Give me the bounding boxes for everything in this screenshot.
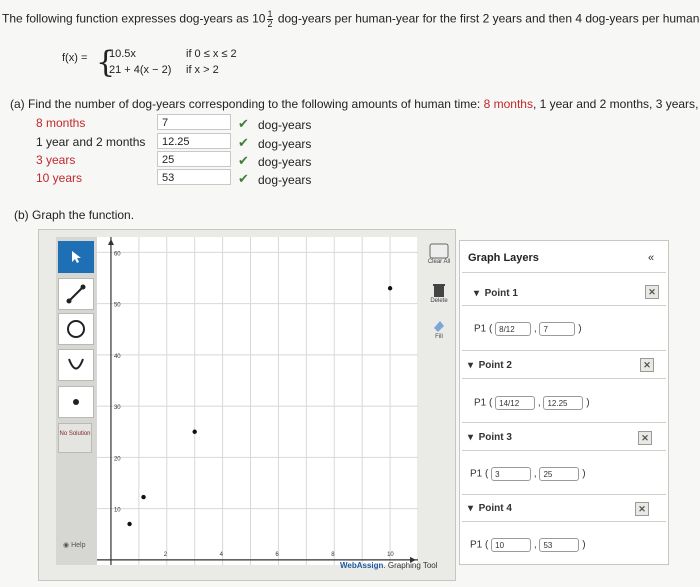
y-tick-label: 10 xyxy=(114,508,121,514)
case1-cond: if 0 ≤ x ≤ 2 xyxy=(186,48,237,60)
divider xyxy=(462,378,666,379)
delete-layer-icon[interactable]: ✕ xyxy=(638,431,652,445)
y-input[interactable]: 25 xyxy=(539,467,580,481)
clear-all-icon xyxy=(429,243,449,259)
brand: WebAssign. Graphing Tool xyxy=(340,561,438,570)
y-tick-label: 60 xyxy=(114,251,121,257)
row-label: 3 years xyxy=(36,153,76,167)
y-input[interactable]: 12.25 xyxy=(543,396,584,410)
point-coords: P1 ( 10 , 53 ) xyxy=(470,538,586,552)
divider xyxy=(462,350,666,351)
unit-label: dog-years xyxy=(258,173,312,187)
intro-text: The following function expresses dog-yea… xyxy=(2,9,700,29)
panel-title: Graph Layers xyxy=(468,252,539,264)
point-coords: P1 ( 3 , 25 ) xyxy=(470,467,586,481)
layer-header-point-4[interactable]: ▾ Point 4 xyxy=(468,503,512,514)
point-coords: P1 ( 14/12 , 12.25 ) xyxy=(474,396,590,410)
help-link[interactable]: ◉ Help xyxy=(63,541,85,549)
x-input[interactable]: 10 xyxy=(491,538,532,552)
y-tick-label: 20 xyxy=(114,456,121,462)
divider xyxy=(462,305,666,306)
caret-down-icon: ▾ xyxy=(468,432,474,443)
x-tick-label: 10 xyxy=(387,552,394,558)
case2-cond: if x > 2 xyxy=(186,64,219,76)
check-icon: ✔ xyxy=(238,153,249,168)
divider xyxy=(462,521,666,522)
row-label: 1 year and 2 months xyxy=(36,135,146,149)
collapse-button[interactable]: « xyxy=(648,252,654,264)
y-input[interactable]: 53 xyxy=(539,538,580,552)
part-a-question: (a) Find the number of dog-years corresp… xyxy=(10,97,700,111)
y-input[interactable]: 7 xyxy=(539,322,576,336)
caret-down-icon: ▾ xyxy=(468,360,474,371)
fill-button[interactable]: Fill xyxy=(422,318,456,358)
circle-icon xyxy=(67,320,85,338)
line-icon xyxy=(66,284,86,304)
pointer-tool-button[interactable] xyxy=(58,241,94,273)
x-input[interactable]: 14/12 xyxy=(495,396,536,410)
layer-header-point-1[interactable]: ▾ Point 1 xyxy=(474,288,518,299)
y-tick-label: 40 xyxy=(114,354,121,360)
delete-button[interactable]: Delete xyxy=(422,282,456,322)
divider xyxy=(462,450,666,451)
layer-header-point-2[interactable]: ▾ Point 2 xyxy=(468,360,512,371)
no-solution-button[interactable]: No Solution xyxy=(58,423,92,453)
delete-layer-icon[interactable]: ✕ xyxy=(635,502,649,516)
layer-header-point-3[interactable]: ▾ Point 3 xyxy=(468,432,512,443)
unit-label: dog-years xyxy=(258,155,312,169)
parabola-tool-button[interactable] xyxy=(58,349,94,381)
fill-icon xyxy=(434,321,444,332)
trash-icon xyxy=(433,284,445,297)
case1-expr: 10.5x xyxy=(109,48,136,60)
plotted-point xyxy=(192,429,197,434)
plotted-point xyxy=(141,494,146,500)
answer-input[interactable]: 7 xyxy=(157,114,231,130)
circle-tool-button[interactable] xyxy=(58,313,94,345)
point-icon xyxy=(73,399,79,405)
answer-input[interactable]: 12.25 xyxy=(157,133,231,149)
delete-layer-icon[interactable]: ✕ xyxy=(640,358,654,372)
divider xyxy=(462,272,666,273)
row-label: 10 years xyxy=(36,171,83,185)
answer-input[interactable]: 53 xyxy=(157,169,231,185)
y-axis-arrow xyxy=(107,239,114,245)
help-icon: ◉ xyxy=(63,542,70,549)
plotted-point xyxy=(127,521,132,527)
part-b-question: (b) Graph the function. xyxy=(14,208,135,222)
check-icon: ✔ xyxy=(238,135,249,150)
y-tick-label: 30 xyxy=(114,405,121,411)
plotted-point xyxy=(387,286,393,291)
caret-down-icon: ▾ xyxy=(468,503,474,514)
divider xyxy=(462,422,666,423)
unit-label: dog-years xyxy=(258,137,312,151)
clear-all-button[interactable]: Clear All xyxy=(422,243,456,283)
y-tick-label: 50 xyxy=(114,303,121,309)
plot-area[interactable]: 60 50 40 30 20 10 2 4 6 8 10 xyxy=(97,237,419,565)
pointer-icon xyxy=(72,251,81,263)
point-tool-button[interactable] xyxy=(58,386,94,418)
point-coords: P1 ( 8/12 , 7 ) xyxy=(474,322,582,336)
caret-down-icon: ▾ xyxy=(474,288,480,299)
x-input[interactable]: 8/12 xyxy=(495,322,532,336)
plot-svg[interactable]: 6050403020102 4 6 8 10 xyxy=(97,237,419,565)
line-tool-button[interactable] xyxy=(58,278,94,310)
case2-expr: 21 + 4(x − 2) xyxy=(109,64,172,76)
check-icon: ✔ xyxy=(238,116,249,131)
check-icon: ✔ xyxy=(238,171,249,186)
divider xyxy=(462,494,666,495)
delete-layer-icon[interactable]: ✕ xyxy=(645,285,659,299)
fraction: 12 xyxy=(267,9,273,29)
function-name: f(x) = xyxy=(62,52,88,64)
x-input[interactable]: 3 xyxy=(491,467,532,481)
parabola-icon xyxy=(68,358,84,370)
row-label: 8 months xyxy=(36,116,86,130)
answer-input[interactable]: 25 xyxy=(157,151,231,167)
unit-label: dog-years xyxy=(258,118,312,132)
